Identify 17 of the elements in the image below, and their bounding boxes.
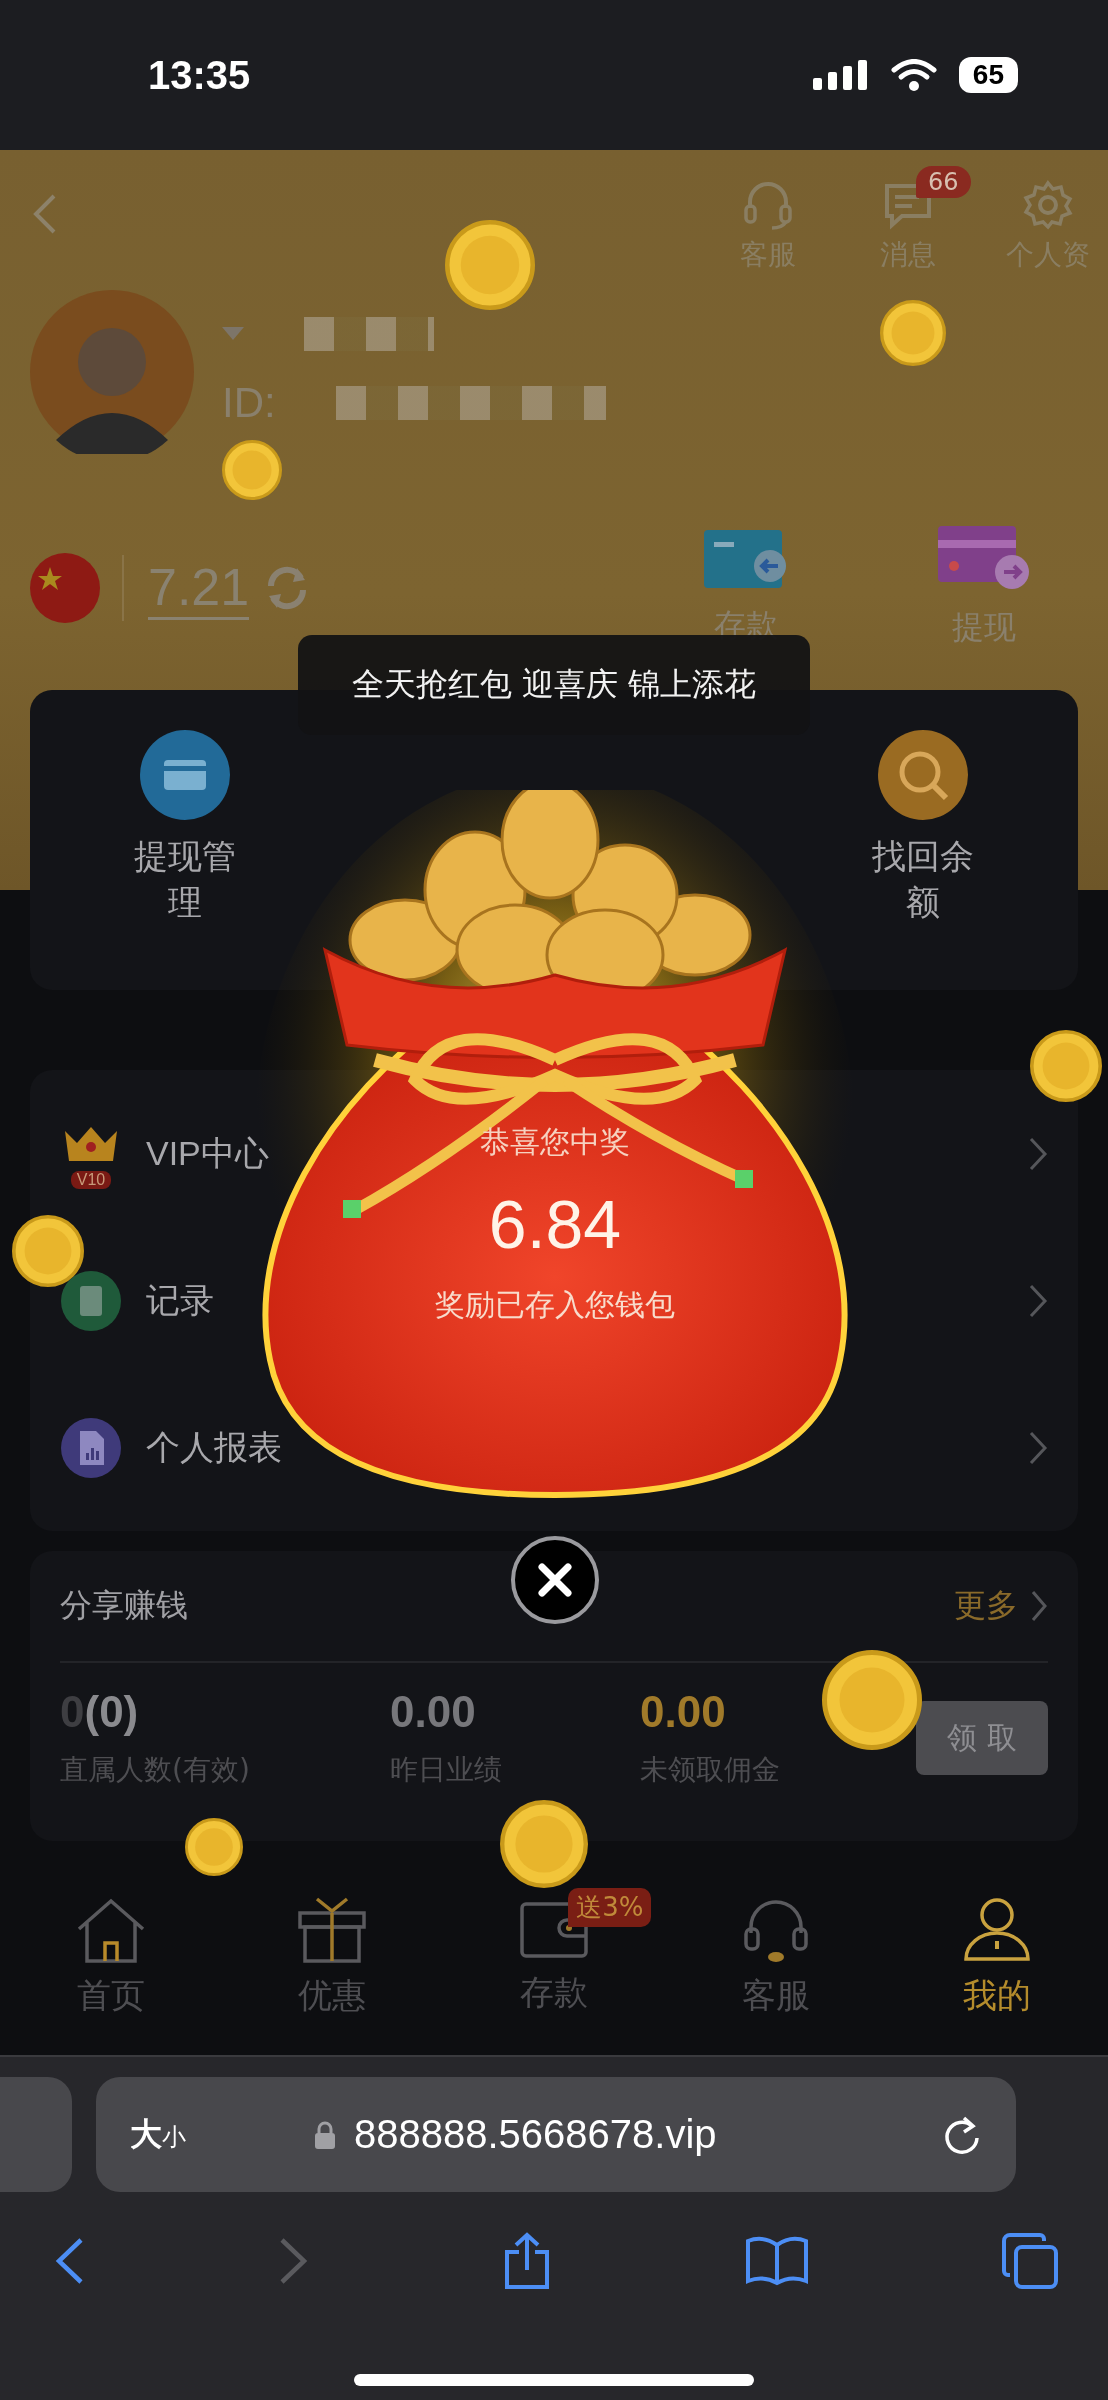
stat-label: 昨日业绩 xyxy=(390,1752,503,1788)
balance-amount: 7.21 xyxy=(148,556,250,620)
bonus-badge: 送3% xyxy=(568,1888,652,1927)
status-time: 13:35 xyxy=(148,52,251,98)
prize-title: 恭喜您中奖 xyxy=(480,1123,630,1161)
stat-label: 直属人数(有效) xyxy=(60,1752,251,1788)
prize-note: 奖励已存入您钱包 xyxy=(435,1286,675,1324)
prize-amount: 6.84 xyxy=(488,1185,622,1263)
battery-indicator: 65 xyxy=(958,57,1018,93)
message-count-badge: 66 xyxy=(916,166,971,198)
share-title: 分享赚钱 xyxy=(60,1585,188,1626)
url-text: 888888.5668678.vip xyxy=(354,2112,717,2157)
stat-label: 未领取佣金 xyxy=(640,1752,781,1788)
stat-value: 0.00 xyxy=(640,1687,727,1737)
id-label: ID: xyxy=(222,379,276,427)
promo-toast: 全天抢红包 迎喜庆 锦上添花 xyxy=(298,635,810,735)
stat-value: 0.00 xyxy=(390,1687,477,1737)
